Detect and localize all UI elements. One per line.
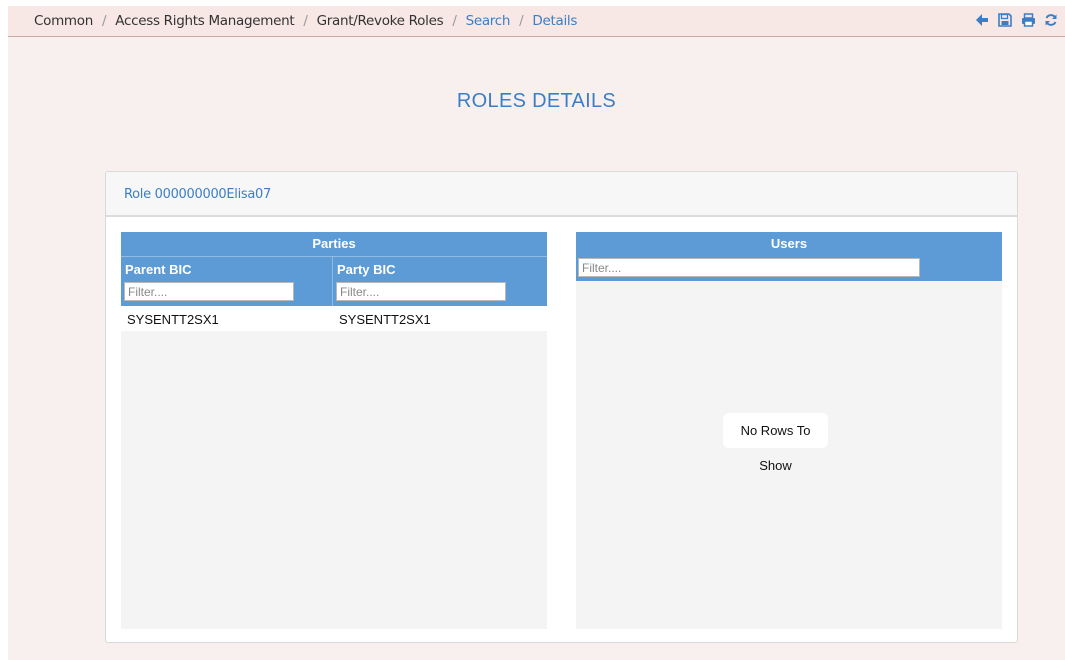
party-bic-filter-input[interactable] bbox=[336, 282, 506, 301]
users-grid-title: Users bbox=[576, 232, 1002, 256]
users-filter-input[interactable] bbox=[578, 258, 920, 277]
breadcrumb-separator: / bbox=[303, 13, 308, 29]
role-name: Role 000000000Elisa07 bbox=[124, 187, 272, 202]
breadcrumb-separator: / bbox=[519, 13, 524, 29]
cell-parent-bic: SYSENTT2SX1 bbox=[127, 312, 219, 327]
breadcrumb-details: Details bbox=[532, 13, 578, 29]
column-label-party-bic: Party BIC bbox=[337, 262, 396, 277]
parties-grid: Parties Parent BIC Party BIC SYSENTT2SX1… bbox=[121, 232, 547, 629]
breadcrumb-search-link[interactable]: Search bbox=[466, 13, 511, 29]
toolbar bbox=[974, 11, 1059, 29]
users-filter-row bbox=[576, 256, 1002, 281]
column-label-parent-bic: Parent BIC bbox=[125, 262, 192, 277]
top-bar: Common / Access Rights Management / Gran… bbox=[8, 6, 1065, 37]
users-grid: Users No Rows To Show bbox=[576, 232, 1002, 629]
parties-grid-title: Parties bbox=[121, 232, 547, 256]
save-icon[interactable] bbox=[997, 11, 1013, 29]
column-header-party-bic[interactable]: Party BIC bbox=[333, 256, 547, 306]
cell-party-bic: SYSENTT2SX1 bbox=[339, 312, 431, 327]
breadcrumb-common: Common bbox=[34, 13, 94, 29]
back-arrow-icon[interactable] bbox=[974, 11, 990, 29]
page-title: ROLES DETAILS bbox=[456, 90, 617, 112]
refresh-icon[interactable] bbox=[1043, 11, 1059, 29]
role-panel: Role 000000000Elisa07 Parties Parent BIC… bbox=[105, 171, 1018, 643]
breadcrumb-grant-revoke: Grant/Revoke Roles bbox=[316, 13, 444, 29]
role-panel-header: Role 000000000Elisa07 bbox=[106, 172, 1017, 217]
column-header-parent-bic[interactable]: Parent BIC bbox=[121, 256, 333, 306]
print-icon[interactable] bbox=[1020, 11, 1036, 29]
no-rows-message: No Rows To Show bbox=[723, 413, 828, 473]
breadcrumb-access-rights: Access Rights Management bbox=[115, 13, 295, 29]
page: Common / Access Rights Management / Gran… bbox=[8, 6, 1065, 660]
breadcrumb: Common / Access Rights Management / Gran… bbox=[34, 13, 577, 29]
parent-bic-filter-input[interactable] bbox=[124, 282, 294, 301]
breadcrumb-separator: / bbox=[102, 13, 107, 29]
breadcrumb-separator: / bbox=[452, 13, 457, 29]
table-row[interactable]: SYSENTT2SX1 SYSENTT2SX1 bbox=[121, 306, 547, 331]
